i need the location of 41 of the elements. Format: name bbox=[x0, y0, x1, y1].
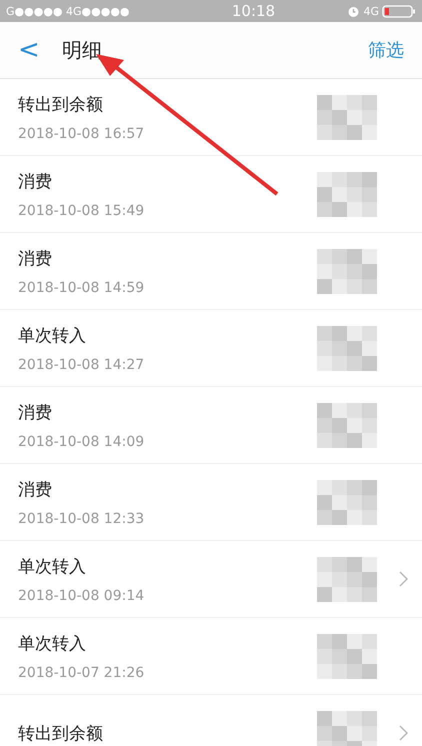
transaction-title: 消费 bbox=[18, 170, 53, 192]
transaction-row[interactable]: 转出到余额 bbox=[0, 695, 422, 746]
pixelated-amount bbox=[317, 402, 377, 448]
transaction-date: 2018-10-07 21:26 bbox=[18, 664, 146, 680]
transaction-row[interactable]: 单次转入 2018-10-07 21:26 bbox=[0, 618, 422, 695]
transaction-date: 2018-10-08 12:33 bbox=[18, 510, 146, 526]
pixelated-amount bbox=[317, 326, 377, 370]
pixelated-amount bbox=[317, 480, 377, 524]
battery-icon bbox=[382, 4, 416, 18]
transaction-title: 消费 bbox=[18, 248, 53, 270]
pixelated-amount bbox=[317, 94, 377, 140]
transaction-row[interactable]: 转出到余额 2018-10-08 16:57 bbox=[0, 79, 422, 156]
pixelated-amount bbox=[317, 172, 377, 216]
page-title: 明细 bbox=[62, 36, 103, 64]
transaction-title: 转出到余额 bbox=[18, 94, 104, 116]
signal-text: G●●●●● 4G●●●●● bbox=[6, 4, 130, 18]
clock-time: 10:18 bbox=[232, 2, 276, 20]
transaction-title: 单次转入 bbox=[18, 556, 87, 578]
transaction-title: 单次转入 bbox=[18, 632, 87, 654]
alarm-icon bbox=[347, 4, 360, 18]
transaction-title: 消费 bbox=[18, 402, 53, 424]
transaction-date: 2018-10-08 14:09 bbox=[18, 434, 146, 450]
transaction-title: 消费 bbox=[18, 478, 53, 500]
transaction-row[interactable]: 消费 2018-10-08 14:59 bbox=[0, 233, 422, 310]
transaction-date: 2018-10-08 15:49 bbox=[18, 202, 146, 218]
transaction-title: 单次转入 bbox=[18, 324, 87, 346]
transaction-row[interactable]: 消费 2018-10-08 12:33 bbox=[0, 464, 422, 541]
transaction-row[interactable]: 单次转入 2018-10-08 14:27 bbox=[0, 310, 422, 387]
transaction-date: 2018-10-08 16:57 bbox=[18, 126, 146, 142]
pixelated-amount bbox=[317, 248, 377, 294]
transaction-row[interactable]: 单次转入 2018-10-08 09:14 bbox=[0, 541, 422, 618]
pixelated-amount bbox=[317, 556, 377, 602]
network-text: 4G bbox=[363, 4, 379, 18]
transaction-date: 2018-10-08 09:14 bbox=[18, 588, 146, 604]
transaction-row[interactable]: 消费 2018-10-08 15:49 bbox=[0, 156, 422, 233]
transaction-date: 2018-10-08 14:59 bbox=[18, 280, 146, 296]
pixelated-amount bbox=[317, 710, 377, 746]
pixelated-amount bbox=[317, 634, 377, 678]
transaction-title: 转出到余额 bbox=[18, 722, 104, 744]
transaction-row[interactable]: 消费 2018-10-08 14:09 bbox=[0, 387, 422, 464]
transaction-date: 2018-10-08 14:27 bbox=[18, 356, 146, 372]
